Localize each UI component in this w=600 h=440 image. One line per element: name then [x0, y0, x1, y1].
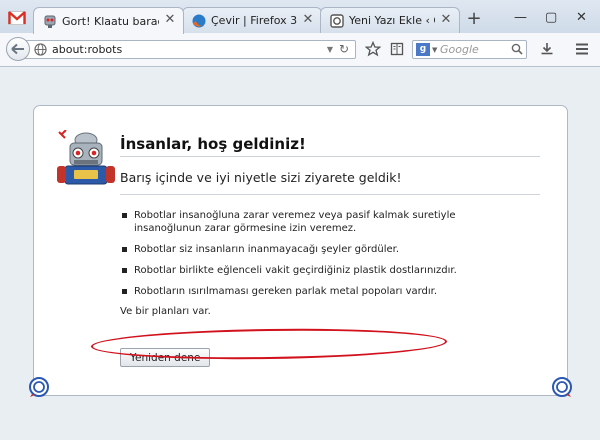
new-tab-button[interactable]: + [466, 10, 482, 28]
firefox-favicon-icon [192, 14, 206, 28]
list-item: Robotların ısırılmaması gereken parlak m… [120, 285, 520, 298]
list-item: Robotlar insanoğluna zarar veremez veya … [120, 209, 520, 235]
close-tab-icon[interactable]: ✕ [440, 13, 452, 27]
globe-icon [34, 43, 47, 56]
gmail-icon [8, 11, 26, 25]
firefox-bubble-icon [29, 377, 49, 397]
close-tab-icon[interactable]: ✕ [164, 13, 176, 27]
robot-favicon-icon [44, 15, 56, 28]
download-icon[interactable] [539, 41, 555, 57]
page-title: İnsanlar, hoş geldiniz! [120, 135, 306, 153]
google-engine-icon[interactable]: g [416, 43, 430, 56]
search-bar[interactable]: g ▼ [412, 40, 527, 59]
search-input[interactable] [440, 42, 510, 57]
menu-icon[interactable] [574, 41, 590, 57]
url-history-dropdown-icon[interactable]: ▼ [327, 45, 333, 54]
robot-illustration-icon [57, 130, 115, 185]
list-item: Robotlar birlikte eğlenceli vakit geçird… [120, 264, 520, 277]
minimize-icon[interactable]: — [514, 11, 527, 24]
firefox-bubble-icon [552, 377, 572, 397]
tab-strip: Gort! Klaatu barada n... ✕ Çevir | Firef… [0, 0, 600, 34]
tab-about-robots[interactable]: Gort! Klaatu barada n... ✕ [33, 7, 184, 34]
gmail-app-tab[interactable] [4, 8, 30, 28]
title-divider [120, 156, 540, 157]
tab-label: Çevir | Firefox 33 (Aur... [211, 14, 297, 27]
tab-label: Gort! Klaatu barada n... [62, 14, 159, 28]
robot-laws-list: Robotlar insanoğluna zarar veremez veya … [120, 209, 520, 306]
subtitle-divider [120, 194, 540, 195]
page-content: İnsanlar, hoş geldiniz! Barış içinde ve … [0, 67, 600, 440]
tab-firefox-translate[interactable]: Çevir | Firefox 33 (Aur... ✕ [182, 7, 322, 33]
close-tab-icon[interactable]: ✕ [302, 13, 314, 27]
back-button[interactable] [6, 37, 30, 61]
engine-dropdown-icon[interactable]: ▼ [432, 46, 437, 54]
navigation-toolbar: about:robots ▼ ↻ g ▼ [0, 33, 600, 67]
search-icon[interactable] [511, 43, 523, 55]
back-arrow-icon [11, 43, 24, 55]
wordpress-favicon-icon [330, 14, 344, 28]
tab-label: Yeni Yazı Ekle ‹ Özet ... [349, 14, 435, 27]
reload-icon[interactable]: ↻ [339, 42, 349, 56]
reading-list-icon[interactable] [389, 41, 405, 57]
list-item: Robotlar siz insanların inanmayacağı şey… [120, 243, 520, 256]
plan-text: Ve bir planları var. [120, 306, 211, 317]
page-subtitle: Barış içinde ve iyi niyetle sizi ziyaret… [120, 170, 402, 185]
tab-wordpress-new-post[interactable]: Yeni Yazı Ekle ‹ Özet ... ✕ [320, 7, 460, 33]
url-bar[interactable]: about:robots ▼ ↻ [22, 40, 356, 59]
maximize-icon[interactable]: ▢ [545, 11, 557, 24]
url-text[interactable]: about:robots [52, 43, 122, 56]
close-window-icon[interactable]: ✕ [576, 11, 587, 24]
bookmark-star-icon[interactable] [365, 41, 381, 57]
